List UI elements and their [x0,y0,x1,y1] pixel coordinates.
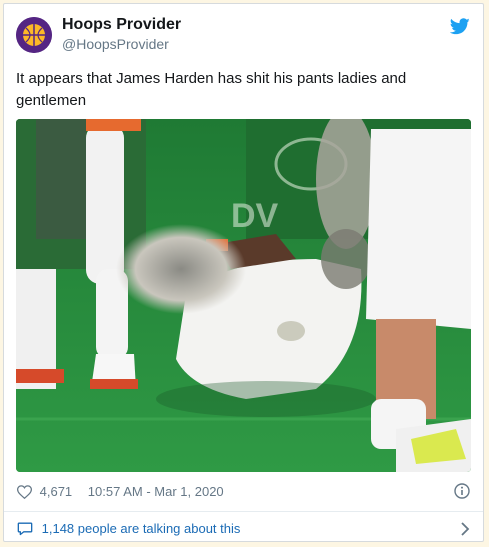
talking-label[interactable]: 1,148 people are talking about this [42,521,241,536]
tweet-card: Hoops Provider @HoopsProvider It appears… [3,3,484,542]
chevron-right-icon[interactable] [460,522,470,536]
conversation-link[interactable]: 1,148 people are talking about this [17,520,470,540]
info-icon[interactable] [454,483,470,499]
tweet-photo[interactable]: DV [16,119,471,472]
twitter-bird-icon[interactable] [450,18,470,35]
svg-text:DV: DV [231,197,279,235]
tweet-meta: 4,671 10:57 AM - Mar 1, 2020 [17,483,470,501]
divider [4,511,483,512]
comment-bubble-icon [17,522,33,536]
display-name[interactable]: Hoops Provider [62,16,181,34]
heart-icon[interactable] [17,484,32,499]
like-count: 4,671 [39,484,73,500]
tweet-text: It appears that James Harden has shit hi… [16,70,407,109]
user-handle[interactable]: @HoopsProvider [62,36,169,52]
lakers-logo-icon [16,17,52,53]
basketball-photo: DV [16,119,471,472]
avatar[interactable] [16,17,52,53]
timestamp[interactable]: 10:57 AM - Mar 1, 2020 [88,484,224,499]
